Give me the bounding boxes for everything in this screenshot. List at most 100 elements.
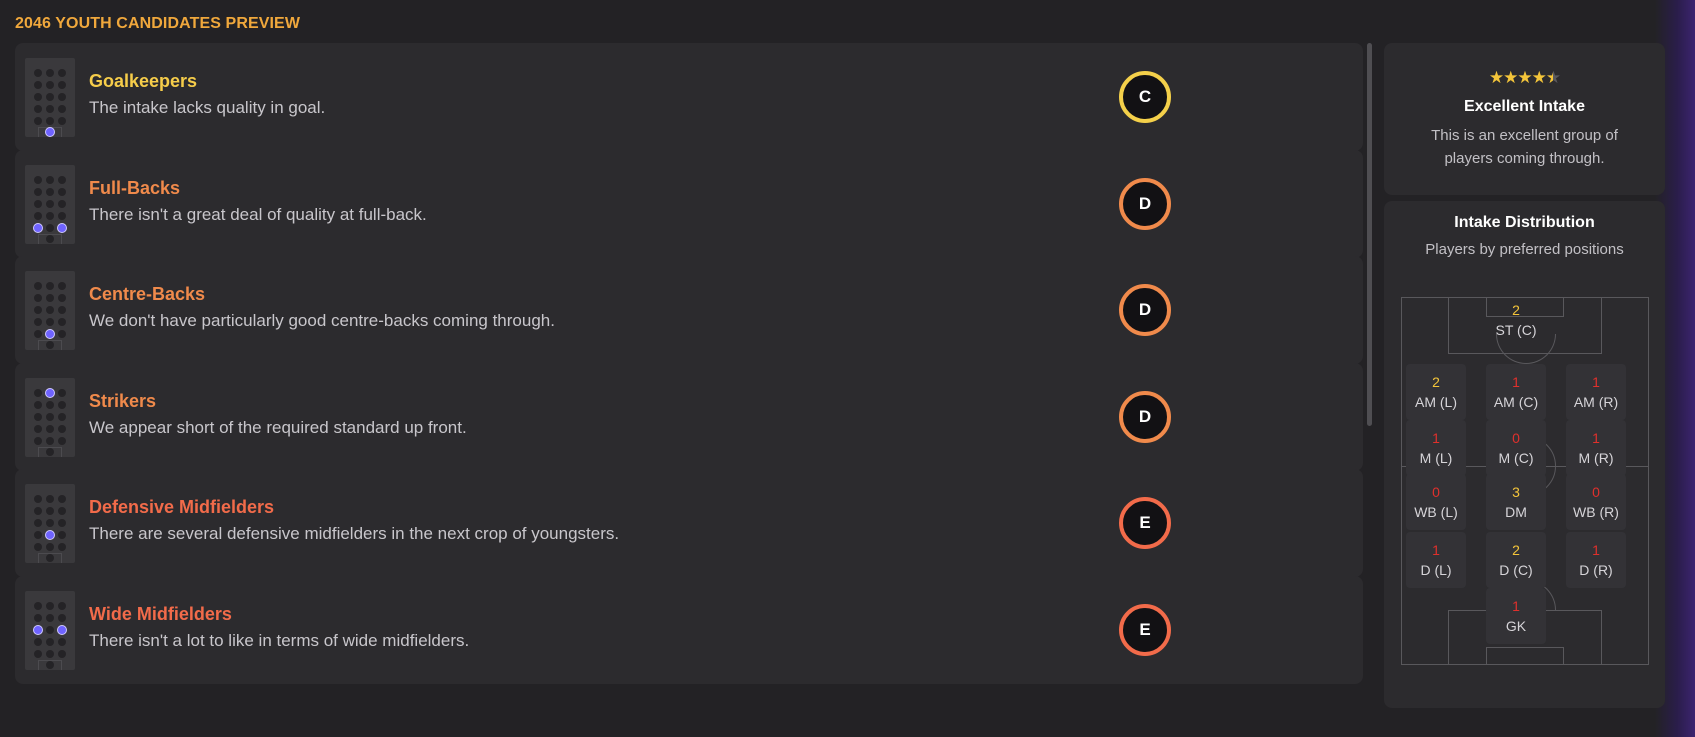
highlighted-position-dot (45, 127, 55, 137)
position-dot (58, 531, 66, 539)
position-count: 1 (1432, 542, 1440, 558)
position-dot (58, 330, 66, 338)
position-dot (58, 637, 66, 646)
position-dot (34, 69, 42, 77)
position-group-description: There are several defensive midfielders … (89, 524, 620, 543)
position-dot (34, 105, 42, 113)
star-full-icon: ★ (1503, 68, 1518, 87)
position-dot (58, 400, 66, 409)
position-group-title: Centre-Backs (89, 284, 206, 304)
position-label: M (L) (1419, 450, 1453, 466)
position-cell: 2 AM (L) (1406, 364, 1466, 420)
position-card[interactable]: Full-Backs There isn't a great deal of qu… (15, 149, 1363, 258)
position-count: 2 (1432, 374, 1440, 390)
position-count: 1 (1512, 598, 1520, 614)
position-dot (58, 495, 66, 503)
position-dot (58, 306, 66, 314)
scrollbar-thumb[interactable] (1367, 43, 1372, 426)
position-dot (58, 117, 66, 125)
position-dot (46, 495, 54, 503)
position-cell: 1 M (R) (1566, 420, 1626, 476)
position-dot (46, 601, 54, 610)
position-card[interactable]: Goalkeepers The intake lacks quality in g… (15, 43, 1363, 151)
position-assessment-list[interactable]: Goalkeepers The intake lacks quality in g… (15, 43, 1363, 708)
position-group-description: There isn't a great deal of quality at f… (89, 204, 427, 224)
position-dot (46, 187, 54, 196)
position-count: 0 (1592, 484, 1600, 500)
star-full-icon: ★ (1488, 68, 1504, 87)
position-dot (46, 637, 54, 646)
intake-summary-panel: ★★★★★ Excellent Intake This is an excell… (1384, 43, 1665, 195)
goalkeeper-position-icon (25, 58, 75, 137)
intake-rating-description: This is an excellent group of players co… (1431, 127, 1618, 167)
position-dot (58, 294, 66, 302)
position-card[interactable]: Defensive Midfielders There are several d… (15, 469, 1363, 577)
position-dot (58, 412, 66, 421)
position-dot (46, 543, 54, 551)
position-card[interactable]: Strikers We appear short of the required … (15, 362, 1363, 471)
position-dot (34, 436, 42, 445)
position-card[interactable]: Wide Midfielders There isn't a lot to lik… (15, 575, 1363, 684)
position-dot (58, 282, 66, 290)
position-count: 2 (1512, 302, 1520, 318)
position-cell: 0 WB (R) (1566, 474, 1626, 530)
highlighted-position-dot (45, 329, 55, 339)
position-cell: 0 M (C) (1486, 420, 1546, 476)
position-cell: 1 AM (R) (1566, 364, 1626, 420)
position-dot (46, 447, 54, 456)
position-cell: 1 M (L) (1406, 420, 1466, 476)
star-half-icon: ★ (1545, 68, 1561, 87)
position-label: AM (R) (1573, 394, 1619, 410)
position-label: D (L) (1420, 562, 1452, 578)
star-rating: ★★★★★ (1384, 68, 1665, 88)
position-dot (34, 330, 42, 338)
centre-back-position-icon (25, 271, 75, 350)
position-card[interactable]: Centre-Backs We don't have particularly g… (15, 256, 1363, 364)
position-dot (34, 318, 42, 326)
position-dot (58, 211, 66, 220)
grade-badge: D (1119, 284, 1171, 336)
position-dot (34, 175, 42, 184)
position-group-title: Defensive Midfielders (89, 497, 275, 517)
position-count: 3 (1512, 484, 1520, 500)
position-dot (46, 660, 54, 669)
position-count: 1 (1592, 430, 1600, 446)
position-label: WB (L) (1414, 504, 1458, 520)
distribution-subtitle: Players by preferred positions (1425, 241, 1624, 258)
position-count: 0 (1512, 430, 1520, 446)
scrollbar[interactable] (1367, 43, 1372, 708)
position-label: D (C) (1499, 562, 1533, 578)
position-dot (46, 613, 54, 622)
position-dot (46, 649, 54, 658)
position-dot (46, 117, 54, 125)
position-dot (34, 400, 42, 409)
position-count: 2 (1512, 542, 1520, 558)
position-label: ST (C) (1495, 322, 1537, 338)
position-group-description: We appear short of the required standard… (89, 417, 467, 437)
star-full-icon: ★ (1531, 68, 1547, 87)
position-dot (34, 412, 42, 421)
position-dot (34, 306, 42, 314)
position-label: D (R) (1579, 562, 1613, 578)
position-dot (58, 318, 66, 326)
position-group-title: Wide Midfielders (89, 603, 232, 624)
position-dot (34, 294, 42, 302)
position-count: 1 (1592, 374, 1600, 390)
position-dot (34, 637, 42, 646)
position-label: M (C) (1498, 450, 1534, 466)
position-dot (58, 187, 66, 196)
grade-badge: D (1119, 390, 1171, 443)
position-group-title: Strikers (89, 390, 157, 411)
position-dot (34, 81, 42, 89)
position-cell: 1 D (R) (1566, 532, 1626, 588)
intake-distribution-panel: Intake Distribution Players by preferred… (1384, 201, 1665, 708)
position-dot (46, 554, 54, 562)
position-dot (46, 105, 54, 113)
position-dot (58, 543, 66, 551)
position-dot (46, 223, 54, 232)
position-dot (46, 69, 54, 77)
position-dot (58, 613, 66, 622)
pitch-bottom-goal-box (1486, 647, 1564, 664)
position-dot (46, 81, 54, 89)
position-dot (58, 105, 66, 113)
